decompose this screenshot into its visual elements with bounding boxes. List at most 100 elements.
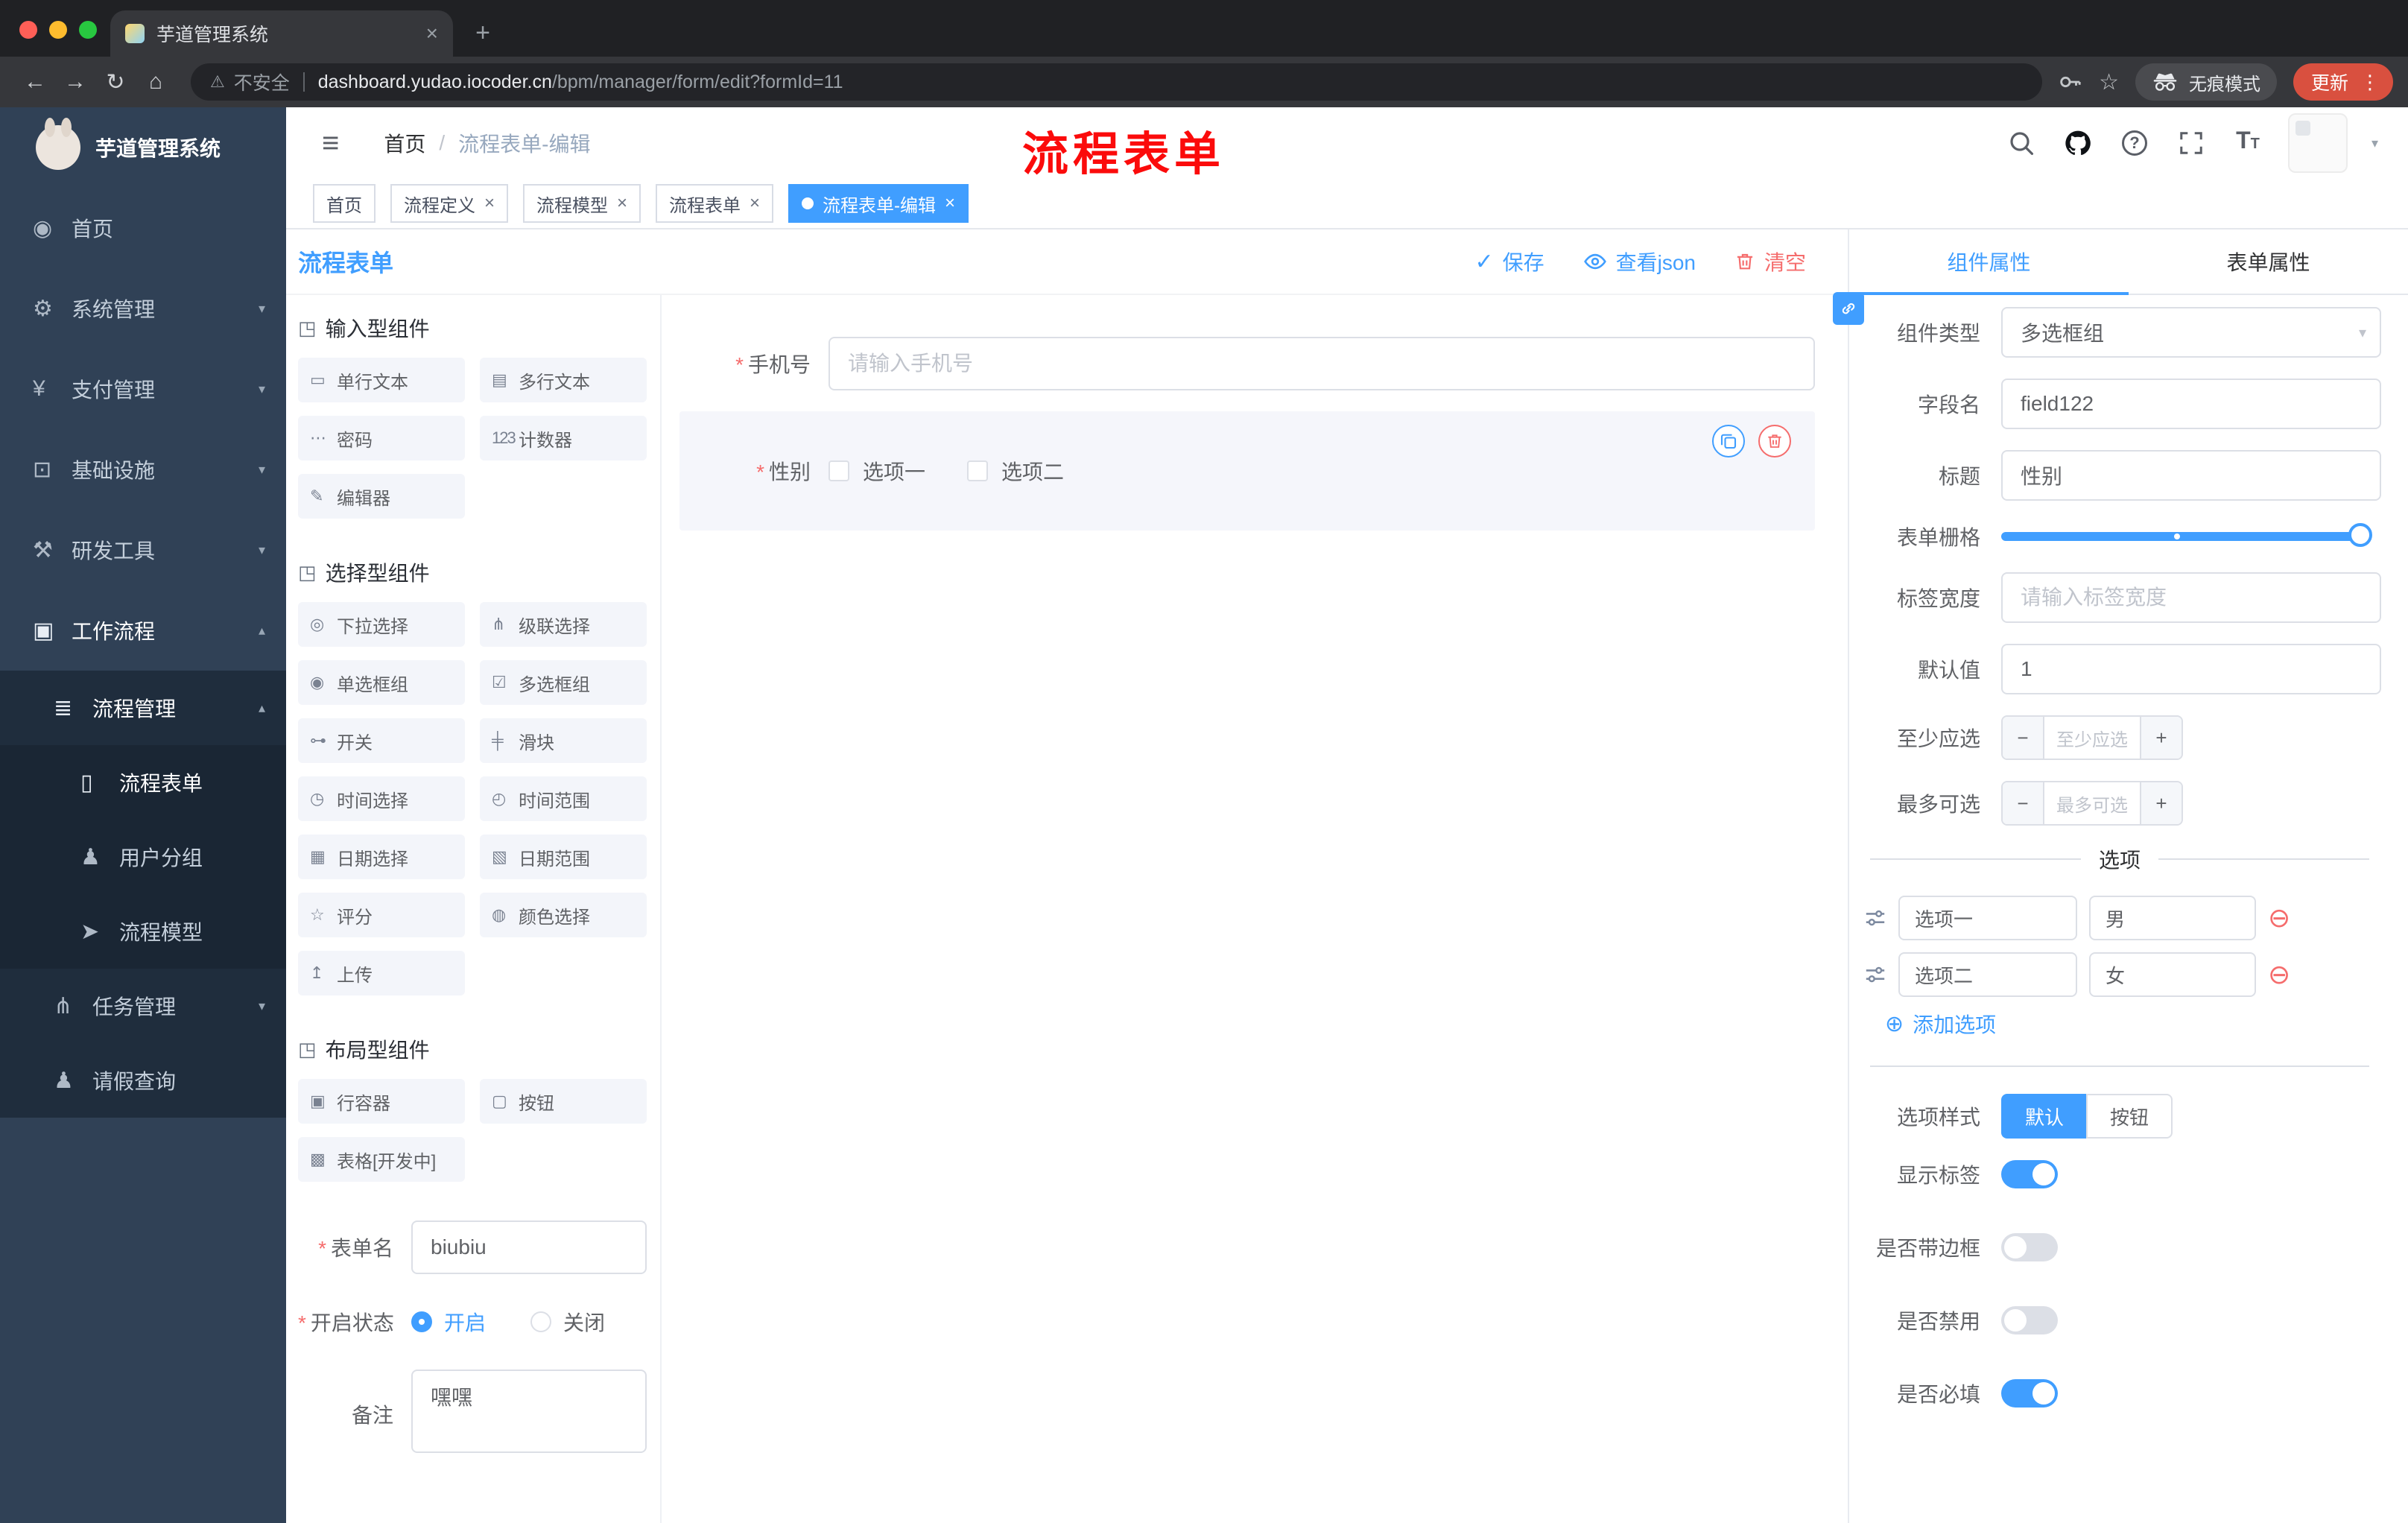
- clear-button[interactable]: 清空: [1734, 247, 1806, 276]
- breadcrumb-home[interactable]: 首页: [384, 128, 425, 158]
- option1-value-input[interactable]: [2089, 896, 2256, 940]
- label-width-input[interactable]: [2001, 572, 2381, 623]
- option2-name-input[interactable]: [1898, 952, 2077, 997]
- bookmark-star-icon[interactable]: ☆: [2099, 69, 2119, 95]
- drag-handle-icon[interactable]: [1864, 907, 1886, 929]
- font-size-icon[interactable]: TT: [2231, 127, 2264, 159]
- style-button-button[interactable]: 按钮: [2086, 1094, 2173, 1139]
- address-bar[interactable]: ⚠ 不安全 dashboard.yudao.iocoder.cn /bpm/ma…: [191, 63, 2043, 101]
- decrease-button[interactable]: −: [2003, 782, 2044, 824]
- palette-item-counter[interactable]: 123 计数器: [480, 416, 647, 460]
- sidebar-item-process-form[interactable]: ▯ 流程表单: [0, 745, 286, 820]
- sidebar-item-devtools[interactable]: ⚒ 研发工具 ▾: [0, 510, 286, 590]
- palette-item-multi-line-text[interactable]: ▤ 多行文本: [480, 358, 647, 402]
- palette-item-password[interactable]: ⋯ 密码: [298, 416, 465, 460]
- back-icon[interactable]: ←: [15, 62, 55, 102]
- sidebar-item-payment[interactable]: ¥ 支付管理 ▾: [0, 349, 286, 429]
- palette-item-checkbox-group[interactable]: ☑ 多选框组: [480, 660, 647, 705]
- password-key-icon[interactable]: [2057, 69, 2082, 95]
- option1-name-input[interactable]: [1898, 896, 2077, 940]
- tag-process-form[interactable]: 流程表单 ×: [656, 184, 774, 223]
- sidebar-item-infrastructure[interactable]: ⊡ 基础设施 ▾: [0, 429, 286, 510]
- min-select-placeholder[interactable]: 至少应选: [2044, 717, 2140, 759]
- browser-tab[interactable]: 芋道管理系统 ×: [110, 10, 453, 57]
- palette-item-table[interactable]: ▩ 表格[开发中]: [298, 1137, 465, 1182]
- increase-button[interactable]: +: [2140, 782, 2182, 824]
- tag-process-form-edit[interactable]: 流程表单-编辑 ×: [788, 184, 969, 223]
- tag-close-icon[interactable]: ×: [945, 194, 955, 212]
- phone-input[interactable]: [828, 337, 1815, 390]
- palette-item-date-picker[interactable]: ▦ 日期选择: [298, 835, 465, 879]
- sidebar-item-process-model[interactable]: ➤ 流程模型: [0, 894, 286, 969]
- home-icon[interactable]: ⌂: [136, 62, 176, 102]
- help-icon[interactable]: ?: [2118, 127, 2151, 159]
- option2-value-input[interactable]: [2089, 952, 2256, 997]
- sidebar-item-workflow[interactable]: ▣ 工作流程 ▴: [0, 590, 286, 671]
- palette-item-rate[interactable]: ☆ 评分: [298, 893, 465, 937]
- save-button[interactable]: ✓ 保存: [1474, 247, 1544, 276]
- update-browser-button[interactable]: 更新 ⋮: [2293, 63, 2393, 101]
- max-select-placeholder[interactable]: 最多可选: [2044, 782, 2140, 824]
- sidebar-item-system[interactable]: ⚙ 系统管理 ▾: [0, 268, 286, 349]
- gender-checkbox-option1[interactable]: 选项一: [828, 456, 925, 486]
- new-tab-button[interactable]: +: [462, 12, 504, 54]
- decrease-button[interactable]: −: [2003, 717, 2044, 759]
- palette-item-switch[interactable]: ⊶ 开关: [298, 718, 465, 763]
- copy-field-button[interactable]: [1712, 425, 1745, 457]
- browser-menu-icon[interactable]: ⋮: [2360, 71, 2380, 94]
- palette-item-cascader[interactable]: ⋔ 级联选择: [480, 602, 647, 647]
- avatar-caret-icon[interactable]: ▾: [2371, 136, 2378, 151]
- palette-item-slider[interactable]: ╪ 滑块: [480, 718, 647, 763]
- tag-process-definition[interactable]: 流程定义 ×: [390, 184, 509, 223]
- fullscreen-icon[interactable]: [2175, 127, 2208, 159]
- palette-item-time-range[interactable]: ◴ 时间范围: [480, 776, 647, 821]
- tab-form-props[interactable]: 表单属性: [2129, 229, 2408, 294]
- sidebar-item-task-manage[interactable]: ⋔ 任务管理 ▾: [0, 969, 286, 1043]
- reload-icon[interactable]: ↻: [95, 62, 136, 102]
- required-toggle[interactable]: [2001, 1379, 2058, 1408]
- security-label[interactable]: 不安全: [234, 69, 290, 95]
- zoom-window-button[interactable]: [79, 21, 97, 39]
- increase-button[interactable]: +: [2140, 717, 2182, 759]
- tag-close-icon[interactable]: ×: [617, 194, 627, 212]
- tag-close-icon[interactable]: ×: [484, 194, 495, 212]
- tag-process-model[interactable]: 流程模型 ×: [523, 184, 641, 223]
- component-type-select[interactable]: 多选框组 ▾: [2001, 307, 2381, 358]
- palette-item-time-picker[interactable]: ◷ 时间选择: [298, 776, 465, 821]
- forward-icon[interactable]: →: [55, 62, 95, 102]
- palette-item-color-picker[interactable]: ◍ 颜色选择: [480, 893, 647, 937]
- palette-item-radio-group[interactable]: ◉ 单选框组: [298, 660, 465, 705]
- sidebar-item-process-manage[interactable]: ≣ 流程管理 ▴: [0, 671, 286, 745]
- github-icon[interactable]: [2062, 127, 2094, 159]
- default-value-input[interactable]: [2001, 644, 2381, 694]
- canvas-field-gender-selected[interactable]: 性别 选项一 选项二: [679, 411, 1815, 531]
- tag-home[interactable]: 首页: [313, 184, 376, 223]
- palette-item-editor[interactable]: ✎ 编辑器: [298, 474, 465, 519]
- tab-component-props[interactable]: 组件属性: [1849, 229, 2129, 295]
- view-json-button[interactable]: 查看json: [1583, 247, 1696, 276]
- panel-link-handle[interactable]: [1833, 292, 1864, 325]
- sidebar-item-user-group[interactable]: ♟ 用户分组: [0, 820, 286, 894]
- search-icon[interactable]: [2005, 127, 2038, 159]
- disabled-toggle[interactable]: [2001, 1306, 2058, 1334]
- grid-slider[interactable]: [2001, 523, 2372, 547]
- palette-item-row-container[interactable]: ▣ 行容器: [298, 1079, 465, 1124]
- status-radio-off[interactable]: 关闭: [530, 1307, 605, 1337]
- tag-close-icon[interactable]: ×: [750, 194, 760, 212]
- palette-item-button[interactable]: ▢ 按钮: [480, 1079, 647, 1124]
- minimize-window-button[interactable]: [49, 21, 67, 39]
- status-radio-on[interactable]: 开启: [411, 1307, 486, 1337]
- drag-handle-icon[interactable]: [1864, 963, 1886, 986]
- remove-option-icon[interactable]: ⊖: [2268, 905, 2290, 931]
- sidebar-collapse-icon[interactable]: ≡: [322, 127, 339, 160]
- sidebar-item-home[interactable]: ◉ 首页: [0, 188, 286, 268]
- checkbox-icon[interactable]: [828, 460, 849, 481]
- slider-handle[interactable]: [2348, 523, 2372, 547]
- delete-field-button[interactable]: [1758, 425, 1791, 457]
- palette-item-upload[interactable]: ↥ 上传: [298, 951, 465, 995]
- remove-option-icon[interactable]: ⊖: [2268, 961, 2290, 988]
- show-label-toggle[interactable]: [2001, 1160, 2058, 1188]
- checkbox-icon[interactable]: [967, 460, 989, 481]
- add-option-button[interactable]: ⊕ 添加选项: [1885, 1009, 2381, 1039]
- border-toggle[interactable]: [2001, 1233, 2058, 1261]
